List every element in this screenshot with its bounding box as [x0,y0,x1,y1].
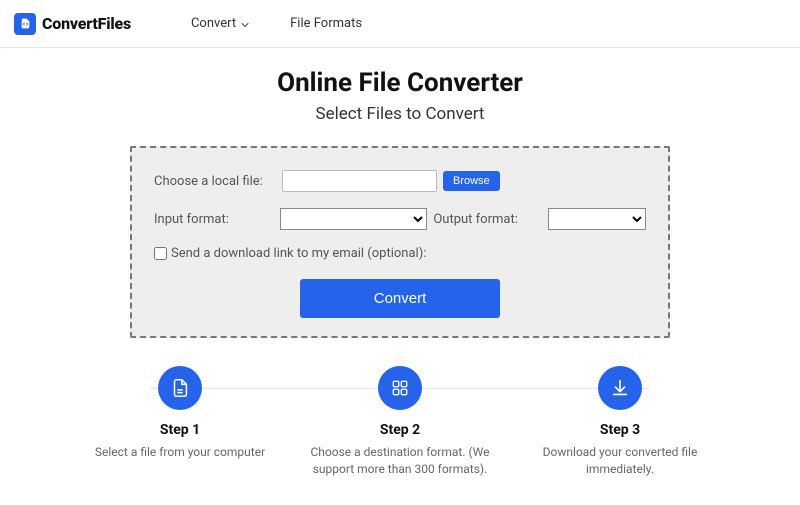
steps: Step 1 Select a file from your computer … [80,366,720,479]
step-2: Step 2 Choose a destination format. (We … [300,366,500,479]
chevron-down-icon [240,19,250,29]
header: ConvertFiles Convert File Formats [0,0,800,48]
nav-convert[interactable]: Convert [191,16,250,31]
row-email-option: Send a download link to my email (option… [154,246,646,261]
download-icon [598,366,642,410]
row-format: Input format: Output format: [154,208,646,230]
email-checkbox-label: Send a download link to my email (option… [171,246,426,261]
nav: Convert File Formats [191,16,362,31]
output-format-label: Output format: [433,212,531,227]
upload-panel: Choose a local file: Browse Input format… [130,146,670,338]
browse-button[interactable]: Browse [443,171,500,191]
step-3-desc: Download your converted file immediately… [520,444,720,479]
output-format-select[interactable] [548,208,646,230]
email-checkbox[interactable] [154,247,167,260]
page-subtitle: Select Files to Convert [0,104,800,124]
file-icon [158,366,202,410]
choose-file-label: Choose a local file: [154,174,282,189]
input-format-select[interactable] [280,208,428,230]
step-2-title: Step 2 [300,422,500,438]
step-1-desc: Select a file from your computer [80,444,280,461]
step-1-title: Step 1 [80,422,280,438]
nav-convert-label: Convert [191,16,236,31]
grid-icon [378,366,422,410]
step-3-title: Step 3 [520,422,720,438]
step-3: Step 3 Download your converted file imme… [520,366,720,479]
step-2-desc: Choose a destination format. (We support… [300,444,500,479]
nav-formats-label: File Formats [290,16,362,31]
step-1: Step 1 Select a file from your computer [80,366,280,479]
input-format-label: Input format: [154,212,280,227]
row-choose-file: Choose a local file: Browse [154,170,646,192]
hero: Online File Converter Select Files to Co… [0,48,800,479]
file-input[interactable] [282,170,437,192]
convert-button[interactable]: Convert [300,279,500,318]
nav-formats[interactable]: File Formats [290,16,362,31]
page-title: Online File Converter [0,68,800,98]
brand-name: ConvertFiles [42,14,131,33]
logo-icon [14,13,36,35]
